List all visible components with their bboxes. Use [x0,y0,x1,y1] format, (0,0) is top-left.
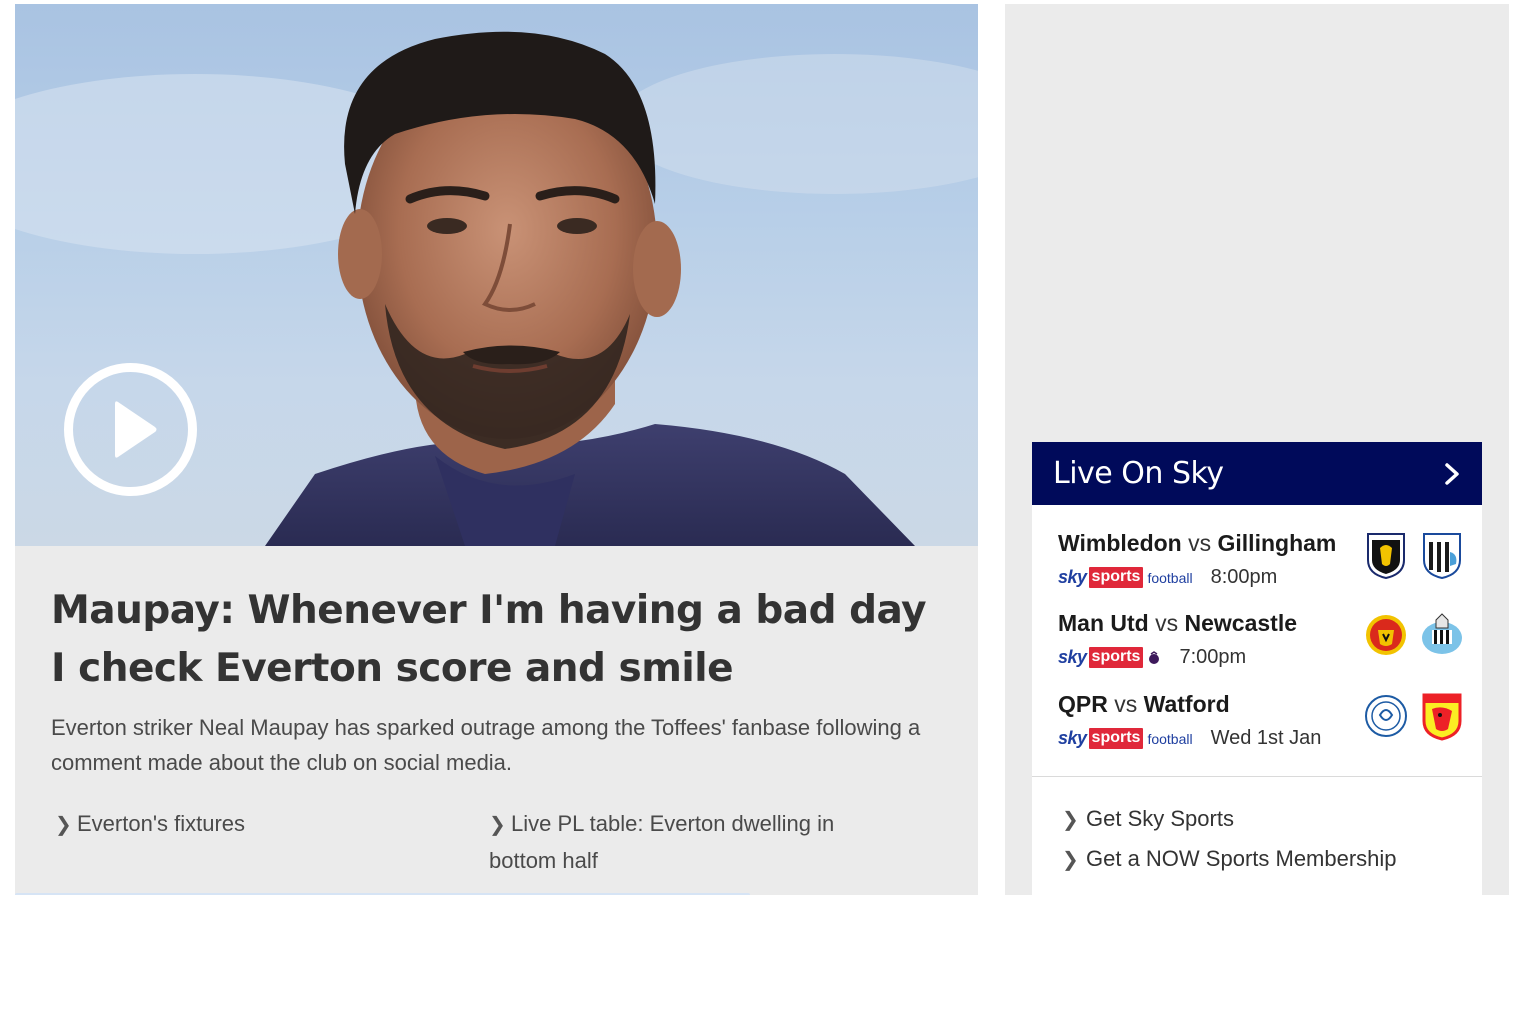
match-meta: sky sports 7:00pm [1058,646,1246,669]
sports-logo: sports [1088,567,1144,588]
wimbledon-crest-icon [1367,533,1405,580]
gillingham-crest-icon [1423,533,1461,580]
match-row[interactable]: QPR vs Watford sky sports football Wed 1… [1058,691,1468,761]
sky-logo: sky [1058,567,1087,587]
chevron-right-icon: ❯ [489,814,506,836]
home-team: Wimbledon [1058,530,1182,556]
home-team: Man Utd [1058,610,1149,636]
sky-logo: sky [1058,647,1087,667]
related-link-label: Live PL table: Everton dwelling in botto… [489,811,835,873]
watford-crest-icon [1422,693,1462,741]
match-row[interactable]: Wimbledon vs Gillingham sky sports footb… [1058,530,1468,600]
chevron-right-icon: ❯ [1062,809,1079,831]
story-standfirst: Everton striker Neal Maupay has sparked … [51,715,921,775]
related-link-fixtures[interactable]: ❯ Everton's fixtures [55,806,245,843]
chevron-right-icon: ❯ [1062,849,1079,871]
story-card[interactable]: Maupay: Whenever I'm having a bad day I … [15,4,978,895]
vs-label: vs [1114,691,1138,717]
away-team: Newcastle [1184,610,1298,636]
match-meta: sky sports football 8:00pm [1058,566,1277,589]
match-meta: sky sports football Wed 1st Jan [1058,727,1321,750]
get-now-sports-link[interactable]: ❯ Get a NOW Sports Membership [1062,846,1397,872]
qpr-crest-icon [1365,695,1407,737]
divider [1032,776,1482,777]
live-on-sky-header[interactable]: Live On Sky [1032,442,1482,505]
channel-name: football [1147,730,1193,747]
loading-bar [15,893,750,895]
chevron-right-icon: ❯ [55,814,72,836]
premier-league-icon [1149,650,1160,664]
home-team: QPR [1058,691,1108,717]
kickoff-time: 7:00pm [1179,646,1247,668]
sports-logo: sports [1088,647,1144,668]
get-sky-sports-link[interactable]: ❯ Get Sky Sports [1062,806,1234,832]
man-utd-crest-icon [1366,615,1406,655]
channel-name: football [1147,569,1193,586]
story-headline[interactable]: Maupay: Whenever I'm having a bad day I … [51,582,931,698]
newcastle-crest-icon [1422,613,1462,654]
away-team: Watford [1143,691,1230,717]
sky-logo: sky [1058,728,1087,748]
link-label: Get a NOW Sports Membership [1086,846,1397,871]
related-link-label: Everton's fixtures [77,811,246,836]
vs-label: vs [1155,610,1179,636]
match-row[interactable]: Man Utd vs Newcastle sky sports 7:00pm [1058,610,1468,680]
vs-label: vs [1188,530,1212,556]
play-video-icon[interactable] [63,362,198,497]
kickoff-time: 8:00pm [1210,566,1278,588]
chevron-right-icon [1445,462,1459,485]
live-on-sky-title: Live On Sky [1053,456,1224,491]
related-link-pl-table[interactable]: ❯ Live PL table: Everton dwelling in bott… [489,806,879,878]
kickoff-time: Wed 1st Jan [1210,727,1322,749]
sports-logo: sports [1088,728,1144,749]
live-on-sky-widget: Live On Sky Wimbledon vs Gillingham sky … [1032,442,1482,895]
link-label: Get Sky Sports [1086,806,1234,831]
hero-image[interactable] [15,4,978,546]
away-team: Gillingham [1217,530,1337,556]
